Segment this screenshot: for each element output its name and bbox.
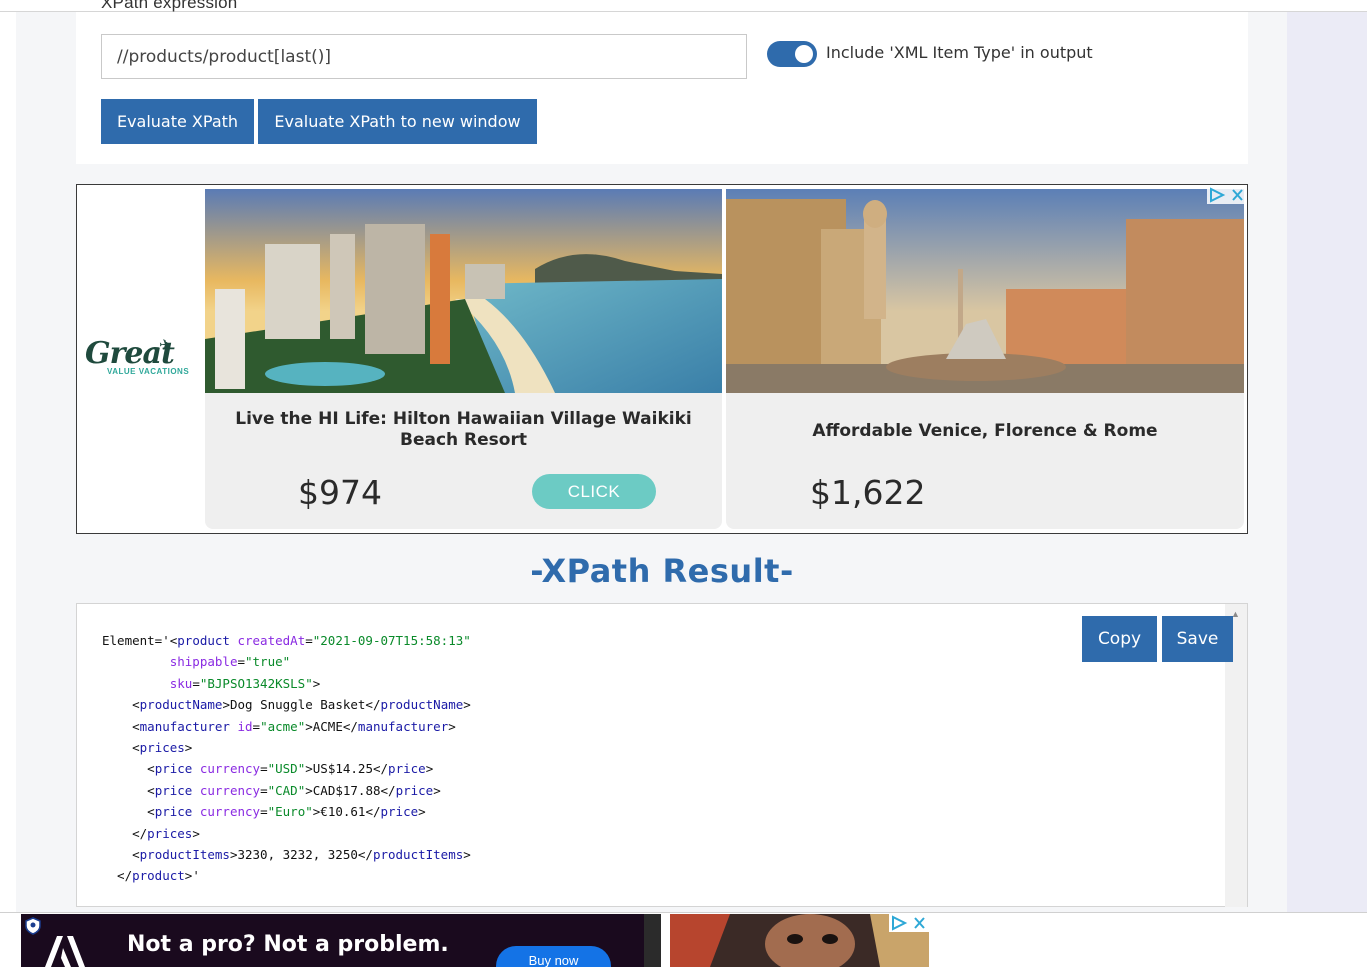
ad-card-italy[interactable]: Affordable Venice, Florence & Rome $1,62… (726, 189, 1244, 529)
ad-card-price: $1,622 (810, 473, 926, 512)
toggle-knob (795, 45, 813, 63)
adchoices-icon[interactable] (889, 914, 929, 932)
xpath-expression-label: XPath expression (101, 0, 238, 12)
evaluate-xpath-button[interactable]: Evaluate XPath (101, 99, 254, 144)
adobe-buy-now-button[interactable]: Buy now (496, 946, 611, 967)
xpath-input[interactable] (101, 34, 747, 79)
shield-icon (25, 917, 41, 935)
plane-icon: ✈ (159, 337, 172, 354)
xpath-result-title: -XPath Result- (530, 552, 794, 590)
logo-subtext: VALUE VACATIONS (107, 367, 190, 376)
save-button[interactable]: Save (1162, 616, 1233, 662)
ad-card-price: $974 (298, 473, 382, 512)
xml-item-type-toggle[interactable] (767, 41, 817, 67)
right-gutter (1287, 12, 1367, 912)
ad-card-title: Live the HI Life: Hilton Hawaiian Villag… (235, 409, 692, 450)
xml-item-type-label: Include 'XML Item Type' in output (826, 43, 1093, 62)
bottom-divider (0, 912, 1367, 913)
adobe-ad-headline: Not a pro? Not a problem. (127, 932, 449, 957)
ad-click-button[interactable]: CLICK (532, 474, 656, 509)
xpath-result-code: Element='<product createdAt="2021-09-07T… (102, 633, 471, 884)
ad-scroll-arrows[interactable] (644, 914, 661, 967)
adobe-logo-icon (45, 936, 85, 967)
adchoices-icon[interactable] (1207, 186, 1247, 204)
piazza-navona-image (726, 189, 1244, 393)
ad-card-hawaii[interactable]: Live the HI Life: Hilton Hawaiian Villag… (205, 189, 722, 529)
evaluate-xpath-new-window-button[interactable]: Evaluate XPath to new window (258, 99, 537, 144)
great-value-vacations-logo: Great ✈ VALUE VACATIONS (85, 336, 195, 380)
adobe-ad-banner[interactable]: Not a pro? Not a problem. Buy now (21, 914, 661, 967)
ad-card-title: Affordable Venice, Florence & Rome (812, 421, 1158, 441)
copy-button[interactable]: Copy (1082, 616, 1157, 662)
hawaii-resort-image (205, 189, 722, 393)
